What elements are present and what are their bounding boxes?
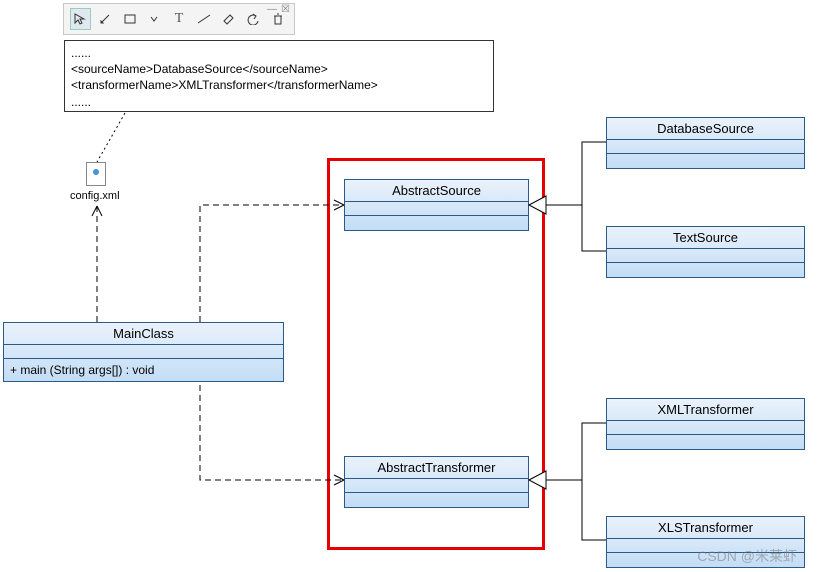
- class-op-section: [345, 493, 528, 507]
- connector-tool-icon[interactable]: [193, 8, 214, 30]
- note-line: <transformerName>XMLTransformer</transfo…: [71, 77, 487, 93]
- note-line: ......: [71, 94, 487, 110]
- class-op-section: [607, 435, 804, 449]
- class-op: + main (String args[]) : void: [4, 359, 283, 381]
- class-op-section: [607, 263, 804, 277]
- dropdown-icon[interactable]: [144, 8, 165, 30]
- class-title: XMLTransformer: [607, 399, 804, 421]
- note-line: ......: [71, 45, 487, 61]
- class-attr-section: [607, 421, 804, 435]
- class-title: DatabaseSource: [607, 118, 804, 140]
- class-title: MainClass: [4, 323, 283, 345]
- class-mainclass[interactable]: MainClass + main (String args[]) : void: [3, 322, 284, 382]
- class-abstractsource[interactable]: AbstractSource: [344, 179, 529, 231]
- class-xmltransformer[interactable]: XMLTransformer: [606, 398, 805, 450]
- minimize-icon[interactable]: —: [267, 4, 277, 15]
- pointer-tool-icon[interactable]: [70, 8, 91, 30]
- text-tool-icon[interactable]: T: [169, 8, 190, 30]
- class-attr-section: [345, 479, 528, 493]
- class-abstracttransformer[interactable]: AbstractTransformer: [344, 456, 529, 508]
- note-line: <sourceName>DatabaseSource</sourceName>: [71, 61, 487, 77]
- class-attr-section: [607, 249, 804, 263]
- edit-toolbar: — ☒ T: [63, 3, 295, 35]
- class-textsource[interactable]: TextSource: [606, 226, 805, 278]
- close-icon[interactable]: ☒: [281, 4, 290, 15]
- class-op-section: [607, 154, 804, 168]
- config-file-icon[interactable]: [86, 162, 106, 186]
- class-attr-section: [4, 345, 283, 359]
- class-attr-section: [345, 202, 528, 216]
- class-attr-section: [607, 140, 804, 154]
- class-title: AbstractSource: [345, 180, 528, 202]
- rect-tool-icon[interactable]: [119, 8, 140, 30]
- class-title: AbstractTransformer: [345, 457, 528, 479]
- class-title: TextSource: [607, 227, 804, 249]
- class-title: XLSTransformer: [607, 517, 804, 539]
- undo-tool-icon[interactable]: [243, 8, 264, 30]
- watermark: CSDN @米莱虾: [697, 546, 797, 566]
- erase-tool-icon[interactable]: [218, 8, 239, 30]
- class-op-section: [345, 216, 528, 230]
- xml-note[interactable]: ...... <sourceName>DatabaseSource</sourc…: [64, 40, 494, 112]
- class-databasesource[interactable]: DatabaseSource: [606, 117, 805, 169]
- toolbar-window-controls: — ☒: [263, 4, 294, 15]
- config-file-label: config.xml: [70, 190, 120, 202]
- edit-tool-icon[interactable]: [95, 8, 116, 30]
